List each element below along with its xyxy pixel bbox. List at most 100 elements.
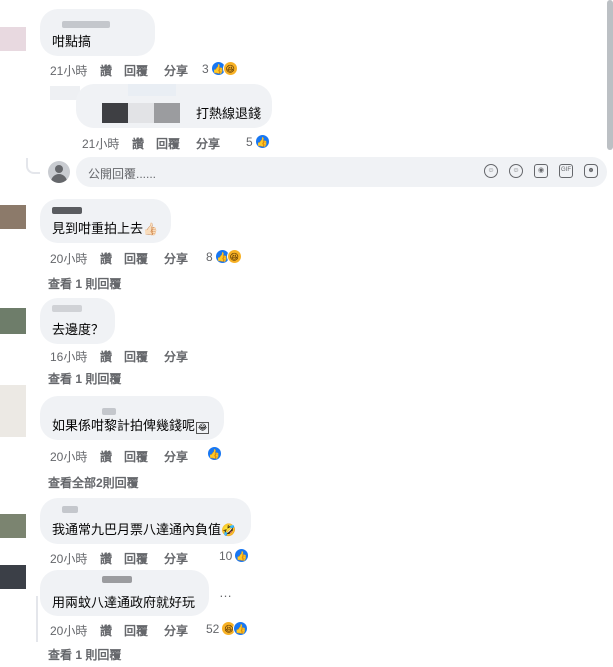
scrollbar[interactable] xyxy=(607,0,613,150)
more-options-button[interactable]: … xyxy=(219,585,232,600)
share-button[interactable]: 分享 xyxy=(164,250,188,267)
reply-button[interactable]: 回覆 xyxy=(124,348,164,365)
blurred-block xyxy=(154,103,180,123)
comment-bubble: 咁點搞 xyxy=(40,9,155,56)
comment-text: 我通常九巴月票八達通內負值🤣 xyxy=(52,522,236,537)
camera-icon[interactable]: ◉ xyxy=(534,164,548,178)
haha-icon: 😆 xyxy=(226,249,242,264)
like-button[interactable]: 讚 xyxy=(100,348,124,365)
comment-meta: 21小時 讚 回覆 分享 xyxy=(82,135,220,152)
author-name[interactable] xyxy=(62,21,110,28)
reply-input[interactable]: 公開回覆...... ☺ ☺ ◉ GIF ☻ xyxy=(76,157,607,187)
thread-line xyxy=(36,596,38,642)
blurred-block xyxy=(128,103,154,123)
avatar[interactable] xyxy=(0,27,26,51)
comment-bubble: 如果係咁黎計拍俾幾錢呢 😂 xyxy=(40,396,224,440)
comment-text: 去邊度？ xyxy=(52,322,105,337)
reaction-number: 10 xyxy=(219,548,233,563)
like-button[interactable]: 讚 xyxy=(100,622,124,639)
blurred-block xyxy=(102,103,128,123)
hand-emoji-icon: 👍🏻 xyxy=(143,222,158,236)
comment-text: 打熱線退錢 xyxy=(196,106,262,121)
comment-bubble: 打熱線退錢 xyxy=(76,84,272,128)
avatar[interactable] xyxy=(0,514,26,538)
timestamp[interactable]: 21小時 xyxy=(50,62,100,79)
like-icon: 👍 xyxy=(233,621,249,636)
gif-icon[interactable]: GIF xyxy=(559,164,573,178)
comment-text: 如果係咁黎計拍俾幾錢呢 😂 xyxy=(52,418,210,434)
reply-button[interactable]: 回覆 xyxy=(156,135,196,152)
comment-text: 用兩蚊八達通政府就好玩 xyxy=(52,595,196,610)
like-button[interactable]: 讚 xyxy=(132,135,156,152)
timestamp[interactable]: 21小時 xyxy=(82,135,132,152)
comment-bubble: 見到咁重拍上去👍🏻 xyxy=(40,199,171,243)
like-button[interactable]: 讚 xyxy=(100,62,124,79)
haha-icon: 😆 xyxy=(222,61,238,76)
reply-button[interactable]: 回覆 xyxy=(124,622,164,639)
reaction-count[interactable]: 👍 xyxy=(207,446,222,461)
blurred-block xyxy=(128,84,176,96)
like-button[interactable]: 讚 xyxy=(100,250,124,267)
emoji-icon[interactable]: ☺ xyxy=(509,164,523,178)
timestamp[interactable]: 20小時 xyxy=(50,550,100,567)
comment-meta: 20小時 讚 回覆 分享 xyxy=(50,250,188,267)
avatar-sticker-icon[interactable]: ☺ xyxy=(484,164,498,178)
comment-meta: 20小時 讚 回覆 分享 xyxy=(50,550,188,567)
avatar[interactable] xyxy=(0,205,26,229)
reply-button[interactable]: 回覆 xyxy=(124,250,164,267)
reply-button[interactable]: 回覆 xyxy=(124,62,164,79)
share-button[interactable]: 分享 xyxy=(164,348,188,365)
reaction-number: 5 xyxy=(246,134,253,149)
reaction-number: 3 xyxy=(202,61,209,76)
like-button[interactable]: 讚 xyxy=(100,448,124,465)
timestamp[interactable]: 20小時 xyxy=(50,448,100,465)
view-replies-link[interactable]: 查看 1 則回覆 xyxy=(48,370,121,387)
view-replies-link[interactable]: 查看 1 則回覆 xyxy=(48,646,121,663)
laughing-emoji-icon: 🤣 xyxy=(221,523,236,537)
money-emoji-icon: 😂 xyxy=(196,422,210,434)
reply-button[interactable]: 回覆 xyxy=(124,448,164,465)
comment-bubble: 用兩蚊八達通政府就好玩 xyxy=(40,570,209,616)
like-icon: 👍 xyxy=(254,134,270,149)
comment-text: 見到咁重拍上去👍🏻 xyxy=(52,221,158,236)
view-replies-link[interactable]: 查看全部2則回覆 xyxy=(48,474,139,491)
reply-placeholder: 公開回覆...... xyxy=(88,167,157,181)
comment-meta: 20小時 讚 回覆 分享 xyxy=(50,448,188,465)
author-name[interactable] xyxy=(52,207,82,214)
comment-bubble: 我通常九巴月票八達通內負值🤣 xyxy=(40,498,251,544)
timestamp[interactable]: 16小時 xyxy=(50,348,100,365)
timestamp[interactable]: 20小時 xyxy=(50,622,100,639)
author-name[interactable] xyxy=(102,408,116,415)
reaction-count[interactable]: 5 👍 xyxy=(246,134,270,149)
share-button[interactable]: 分享 xyxy=(164,448,188,465)
reply-button[interactable]: 回覆 xyxy=(124,550,164,567)
timestamp[interactable]: 20小時 xyxy=(50,250,100,267)
comment-meta: 16小時 讚 回覆 分享 xyxy=(50,348,188,365)
comment-text: 咁點搞 xyxy=(52,34,92,49)
avatar[interactable] xyxy=(0,385,26,437)
comment-bubble: 去邊度？ xyxy=(40,298,115,344)
reaction-count[interactable]: 10 👍 xyxy=(219,548,250,563)
like-button[interactable]: 讚 xyxy=(100,550,124,567)
reaction-count[interactable]: 8 👍 😆 xyxy=(206,249,242,264)
author-name[interactable] xyxy=(52,305,82,312)
avatar[interactable] xyxy=(0,308,26,334)
avatar-icon[interactable] xyxy=(48,161,70,183)
like-icon: 👍 xyxy=(207,446,222,461)
reaction-count[interactable]: 3 👍 😆 xyxy=(202,61,238,76)
author-name[interactable] xyxy=(102,576,132,583)
view-replies-link[interactable]: 查看 1 則回覆 xyxy=(48,275,121,292)
share-button[interactable]: 分享 xyxy=(164,622,188,639)
reaction-number: 8 xyxy=(206,249,213,264)
comment-meta: 21小時 讚 回覆 分享 xyxy=(50,62,188,79)
comment-meta: 20小時 讚 回覆 分享 xyxy=(50,622,188,639)
share-button[interactable]: 分享 xyxy=(164,62,188,79)
share-button[interactable]: 分享 xyxy=(196,135,220,152)
thread-line xyxy=(26,158,40,174)
reaction-count[interactable]: 52 😆 👍 xyxy=(206,621,249,636)
like-icon: 👍 xyxy=(234,548,250,563)
author-name[interactable] xyxy=(62,506,78,513)
sticker-icon[interactable]: ☻ xyxy=(584,164,598,178)
avatar[interactable] xyxy=(0,565,26,589)
share-button[interactable]: 分享 xyxy=(164,550,188,567)
